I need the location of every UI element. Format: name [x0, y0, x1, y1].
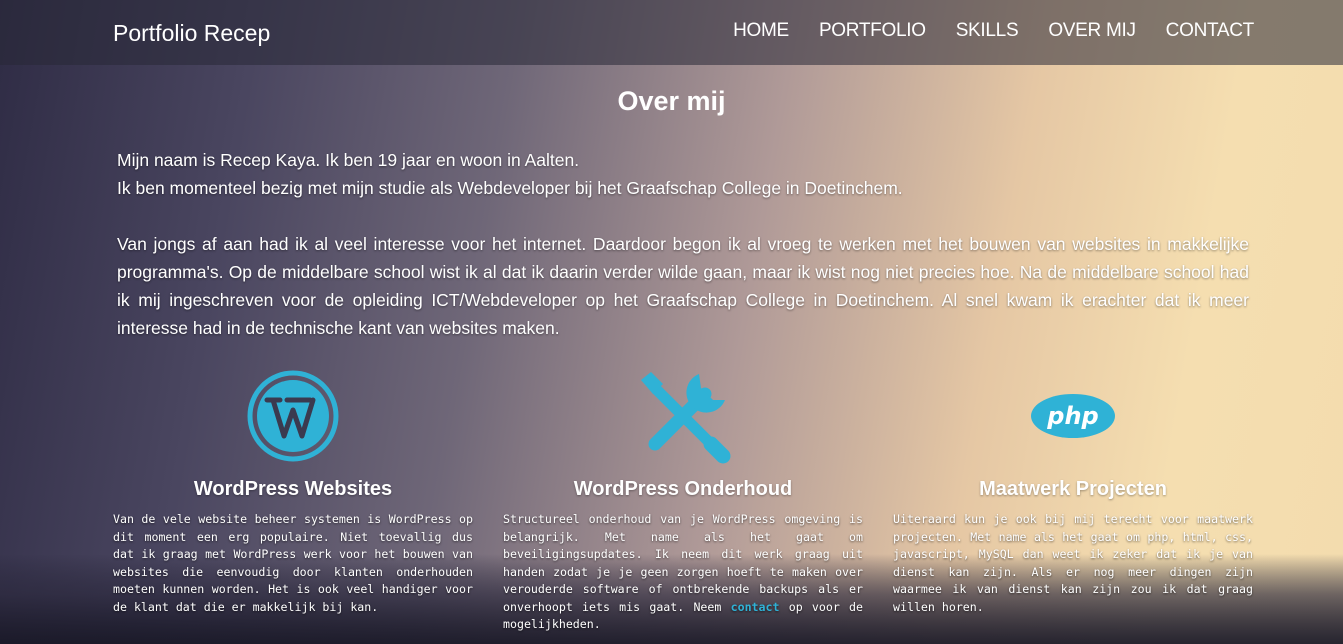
nav-contact[interactable]: CONTACT	[1166, 20, 1255, 42]
tools-icon	[641, 372, 731, 464]
service-wordpress-onderhoud: WordPress Onderhoud Structureel onderhou…	[503, 368, 863, 634]
nav-menu: HOME PORTFOLIO SKILLS OVER MIJ CONTACT	[733, 20, 1254, 42]
section-title: Over mij	[617, 86, 726, 116]
nav-over-mij[interactable]: OVER MIJ	[1048, 20, 1136, 42]
svg-text:php: php	[1046, 402, 1098, 430]
service-text: Van de vele website beheer systemen is W…	[113, 512, 473, 614]
wordpress-icon	[247, 370, 339, 462]
nav-home[interactable]: HOME	[733, 20, 789, 42]
intro-line-1: Mijn naam is Recep Kaya. Ik ben 19 jaar …	[117, 150, 580, 170]
service-text: Structureel onderhoud van je WordPress o…	[503, 512, 863, 631]
service-text: Uiteraard kun je ook bij mij terecht voo…	[893, 512, 1253, 614]
intro-line-2: Ik ben momenteel bezig met mijn studie a…	[117, 178, 903, 198]
php-icon: php	[1031, 394, 1115, 438]
brand-link[interactable]: Portfolio Recep	[113, 20, 270, 47]
service-title: Maatwerk Projecten	[979, 478, 1167, 500]
service-title: WordPress Onderhoud	[573, 478, 793, 500]
intro-paragraph: Van jongs af aan had ik al veel interess…	[117, 234, 1249, 338]
service-title: WordPress Websites	[193, 478, 393, 500]
navbar: Portfolio Recep HOME PORTFOLIO SKILLS OV…	[0, 0, 1343, 65]
service-wordpress-websites: WordPress Websites Van de vele website b…	[113, 368, 473, 616]
contact-link[interactable]: contact	[731, 600, 780, 614]
about-intro: Mijn naam is Recep Kaya. Ik ben 19 jaar …	[117, 146, 1249, 342]
service-maatwerk-projecten: php Maatwerk Projecten Uiteraard kun je …	[893, 368, 1253, 616]
nav-portfolio[interactable]: PORTFOLIO	[819, 20, 926, 42]
nav-skills[interactable]: SKILLS	[956, 20, 1019, 42]
